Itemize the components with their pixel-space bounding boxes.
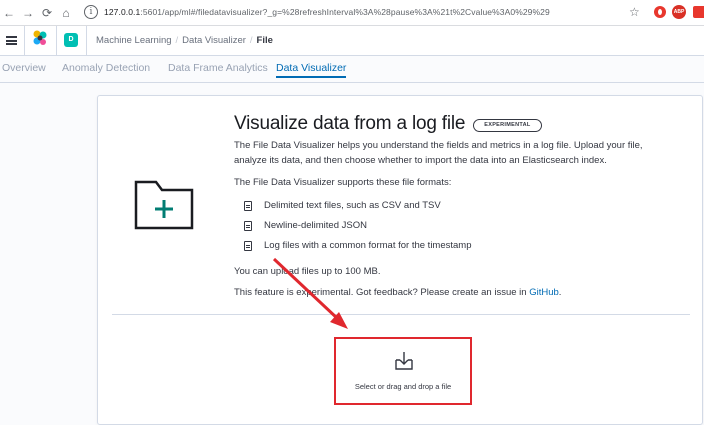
tab-overview[interactable]: Overview [2, 62, 46, 74]
formats-heading: The File Data Visualizer supports these … [234, 177, 452, 188]
file-size-limit-text: You can upload files up to 100 MB. [234, 266, 381, 277]
file-dropzone[interactable]: Select or drag and drop a file [334, 337, 472, 405]
breadcrumb-separator: / [175, 35, 179, 46]
url-path: :5601/app/ml#/filedatavisualizer?_g=%28r… [140, 7, 550, 17]
url-text[interactable]: 127.0.0.1:5601/app/ml#/filedatavisualize… [104, 7, 550, 17]
menu-icon[interactable] [6, 36, 17, 45]
document-icon [244, 240, 252, 251]
kibana-logo-icon[interactable] [32, 30, 48, 46]
page-title: Visualize data from a log file [234, 113, 466, 134]
github-link[interactable]: GitHub [529, 287, 559, 298]
tab-data-frame-analytics[interactable]: Data Frame Analytics [168, 62, 268, 74]
format-label: Delimited text files, such as CSV and TS… [264, 200, 441, 211]
list-item: Newline-delimited JSON [244, 220, 367, 231]
extension-menu-icon[interactable] [693, 6, 704, 18]
format-label: Log files with a common format for the t… [264, 240, 472, 251]
folder-add-icon [134, 180, 194, 230]
arrow-left-icon[interactable]: ← [0, 3, 18, 23]
experimental-badge[interactable]: EXPERIMENTAL [473, 118, 542, 132]
breadcrumb-separator: / [249, 35, 253, 46]
address-bar[interactable]: i 127.0.0.1:5601/app/ml#/filedatavisuali… [84, 2, 684, 22]
extension-icon[interactable] [654, 6, 666, 18]
breadcrumb: Machine Learning / Data Visualizer / File [96, 35, 273, 46]
home-icon[interactable]: ⌂ [57, 3, 75, 23]
feedback-text: This feature is experimental. Got feedba… [234, 285, 561, 300]
document-icon [244, 200, 252, 211]
feedback-label: This feature is experimental. Got feedba… [234, 287, 530, 298]
list-item: Delimited text files, such as CSV and TS… [244, 200, 441, 211]
feedback-end: . [558, 287, 562, 298]
intro-text-line1: The File Data Visualizer helps you under… [234, 140, 643, 151]
url-host: 127.0.0.1 [104, 7, 141, 17]
bookmark-star-icon[interactable]: ☆ [629, 5, 640, 19]
header-divider [86, 26, 87, 56]
info-icon[interactable]: i [84, 5, 98, 19]
adblock-extension-icon[interactable]: ABP [672, 5, 686, 19]
format-label: Newline-delimited JSON [264, 220, 367, 231]
breadcrumb-file: File [256, 35, 273, 46]
adblock-label: ABP [673, 9, 685, 15]
arrow-right-icon[interactable]: → [19, 3, 37, 23]
intro-text-line2: analyze its data, and then choose whethe… [234, 155, 607, 166]
header-divider [24, 26, 25, 56]
header-divider [56, 26, 57, 56]
app-header: D Machine Learning / Data Visualizer / File [0, 26, 704, 56]
divider [112, 314, 690, 315]
breadcrumb-data-visualizer[interactable]: Data Visualizer [182, 35, 246, 46]
reload-icon[interactable]: ⟳ [38, 3, 56, 23]
file-upload-panel: Visualize data from a log file EXPERIMEN… [97, 95, 703, 425]
ml-tabs: Overview Anomaly Detection Data Frame An… [0, 56, 704, 83]
tab-data-visualizer[interactable]: Data Visualizer [276, 62, 347, 78]
breadcrumb-machine-learning[interactable]: Machine Learning [96, 35, 172, 46]
browser-toolbar: ← → ⟳ ⌂ i 127.0.0.1:5601/app/ml#/filedat… [0, 0, 704, 26]
document-icon [244, 220, 252, 231]
tab-anomaly-detection[interactable]: Anomaly Detection [62, 62, 150, 74]
space-avatar[interactable]: D [64, 33, 78, 47]
title-row: Visualize data from a log file EXPERIMEN… [234, 113, 542, 135]
import-icon [395, 352, 413, 370]
dropzone-label: Select or drag and drop a file [354, 382, 452, 391]
list-item: Log files with a common format for the t… [244, 240, 472, 251]
